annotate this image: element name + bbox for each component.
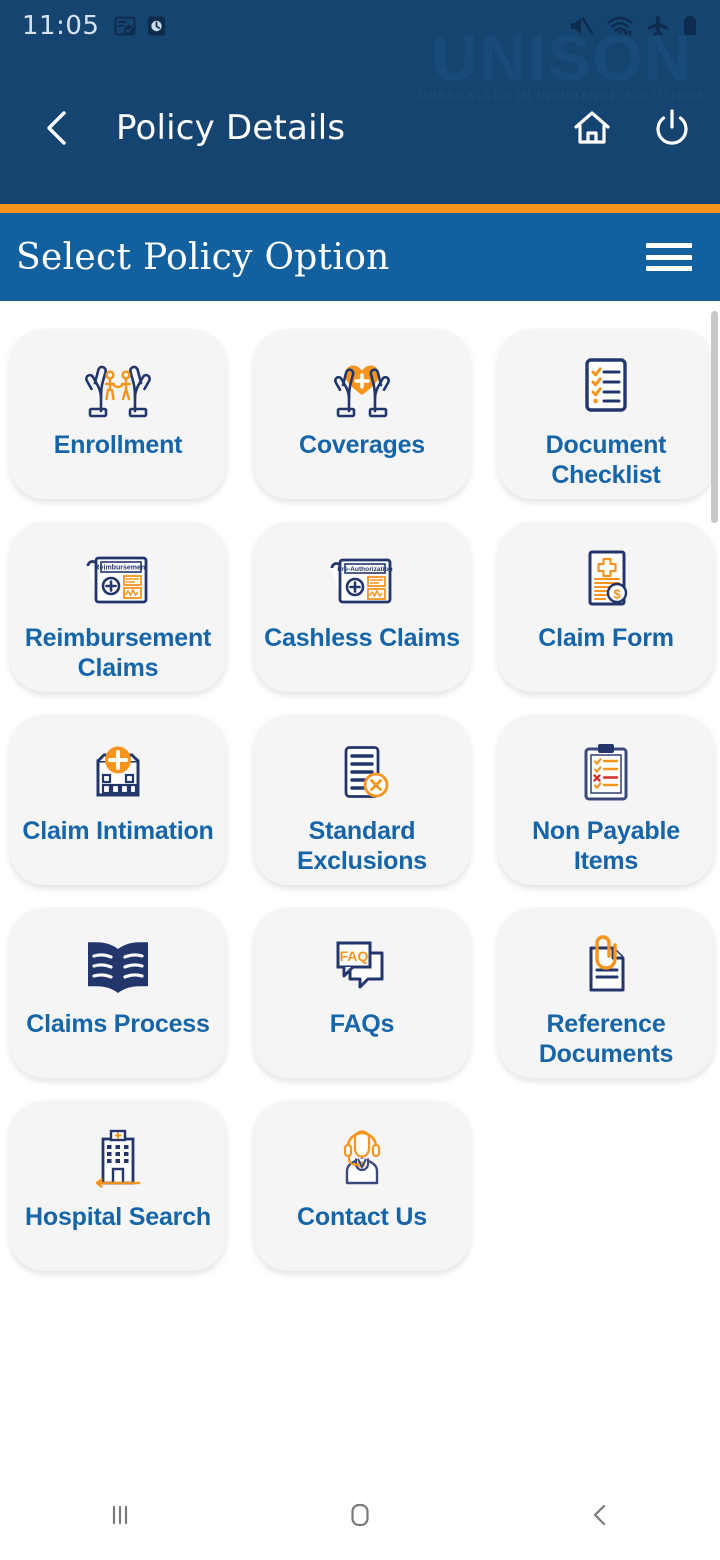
recents-button[interactable]	[0, 1470, 240, 1560]
tile-label: Hospital Search	[25, 1203, 211, 1231]
faq-chat-icon: FAQ	[322, 930, 402, 1006]
policy-options-grid: Enrollment Coverages Document Checklist …	[0, 301, 720, 1271]
scrollbar[interactable]	[711, 301, 718, 1473]
hospital-cross-icon	[82, 737, 154, 813]
tile-label: Claim Intimation	[22, 817, 214, 845]
home-icon	[574, 111, 610, 144]
paperclip-document-icon	[575, 930, 637, 1006]
status-bar: UNISON UNPARALLED IN INSURANCE SOLUTIONS…	[0, 0, 720, 103]
tile-contact-us[interactable]: Contact Us	[254, 1101, 470, 1271]
accent-divider	[0, 204, 720, 213]
tile-document-checklist[interactable]: Document Checklist	[498, 329, 714, 499]
policy-options-scroll-area[interactable]: Enrollment Coverages Document Checklist …	[0, 301, 720, 1473]
reimbursement-form-icon: Reimbursement	[78, 544, 158, 620]
hamburger-bar	[646, 266, 692, 271]
tile-standard-exclusions[interactable]: Standard Exclusions	[254, 715, 470, 885]
tile-label: Cashless Claims	[264, 624, 460, 652]
tile-non-payable-items[interactable]: Non Payable Items	[498, 715, 714, 885]
svg-text:Pre-Authorization: Pre-Authorization	[337, 566, 392, 573]
checklist-document-icon	[574, 351, 638, 427]
svg-text:$: $	[613, 587, 621, 602]
home-square-icon	[351, 1503, 369, 1527]
tile-hospital-search[interactable]: Hospital Search	[10, 1101, 226, 1271]
page-title: Policy Details	[116, 108, 346, 148]
tile-coverages[interactable]: Coverages	[254, 329, 470, 499]
tile-claim-intimation[interactable]: Claim Intimation	[10, 715, 226, 885]
android-navigation-bar	[0, 1470, 720, 1560]
scrollbar-thumb[interactable]	[711, 311, 718, 523]
tile-label: Standard Exclusions	[297, 817, 427, 875]
tile-reimbursement-claims[interactable]: Reimbursement Reimbursement Claims	[10, 522, 226, 692]
tile-label: Contact Us	[297, 1203, 427, 1231]
tile-claims-process[interactable]: Claims Process	[10, 908, 226, 1078]
tile-label: Claims Process	[26, 1010, 210, 1038]
status-bar-notifications	[113, 14, 167, 38]
battery-icon	[684, 16, 696, 35]
back-button[interactable]	[34, 105, 80, 151]
tile-label: Coverages	[298, 431, 426, 459]
tile-label: FAQs	[329, 1010, 395, 1038]
open-book-icon	[75, 930, 161, 1006]
hamburger-bar	[646, 243, 692, 248]
headset-agent-icon	[324, 1123, 400, 1199]
section-title: Select Policy Option	[16, 236, 390, 278]
svg-text:FAQ: FAQ	[340, 948, 369, 964]
clipboard-x-icon	[574, 737, 638, 813]
hands-heart-icon	[319, 351, 405, 427]
hospital-building-icon	[83, 1123, 153, 1199]
calendar-check-icon	[114, 16, 136, 36]
status-bar-clock: 11:05	[22, 11, 100, 41]
document-cross-out-icon	[328, 737, 396, 813]
tile-faqs[interactable]: FAQ FAQs	[254, 908, 470, 1078]
tile-label: Reimbursement Claims	[24, 624, 212, 682]
power-icon	[656, 109, 688, 145]
back-chevron-icon	[593, 1504, 606, 1526]
tile-label: Non Payable Items	[532, 817, 680, 875]
alarm-icon	[148, 16, 166, 36]
hamburger-menu-icon[interactable]	[646, 240, 692, 274]
logout-button[interactable]	[650, 106, 694, 150]
preauthorization-form-icon: Pre-Authorization	[322, 544, 402, 620]
app-bar: Policy Details	[0, 52, 720, 204]
airplane-mode-icon	[648, 16, 668, 36]
chevron-left-icon	[47, 111, 66, 145]
home-button[interactable]	[570, 106, 614, 150]
tile-label: Enrollment	[53, 431, 183, 459]
hamburger-bar	[646, 254, 692, 260]
tile-label: Document Checklist	[545, 431, 667, 489]
tile-enrollment[interactable]: Enrollment	[10, 329, 226, 499]
home-button-nav[interactable]	[240, 1470, 480, 1560]
back-button-nav[interactable]	[480, 1470, 720, 1560]
recents-icon	[112, 1505, 128, 1525]
section-header: Select Policy Option	[0, 213, 720, 301]
mute-icon	[571, 17, 594, 35]
app-bar-actions	[570, 106, 694, 150]
tile-label: Claim Form	[538, 624, 674, 652]
wifi-icon	[607, 16, 633, 36]
tile-claim-form[interactable]: $ Claim Form	[498, 522, 714, 692]
claim-form-icon: $	[575, 544, 637, 620]
svg-text:Reimbursement: Reimbursement	[95, 565, 149, 572]
tile-cashless-claims[interactable]: Pre-Authorization Cashless Claims	[254, 522, 470, 692]
hands-family-icon	[75, 351, 161, 427]
tile-label: Reference Documents	[538, 1010, 674, 1068]
status-bar-system-icons	[567, 14, 698, 38]
tile-reference-documents[interactable]: Reference Documents	[498, 908, 714, 1078]
